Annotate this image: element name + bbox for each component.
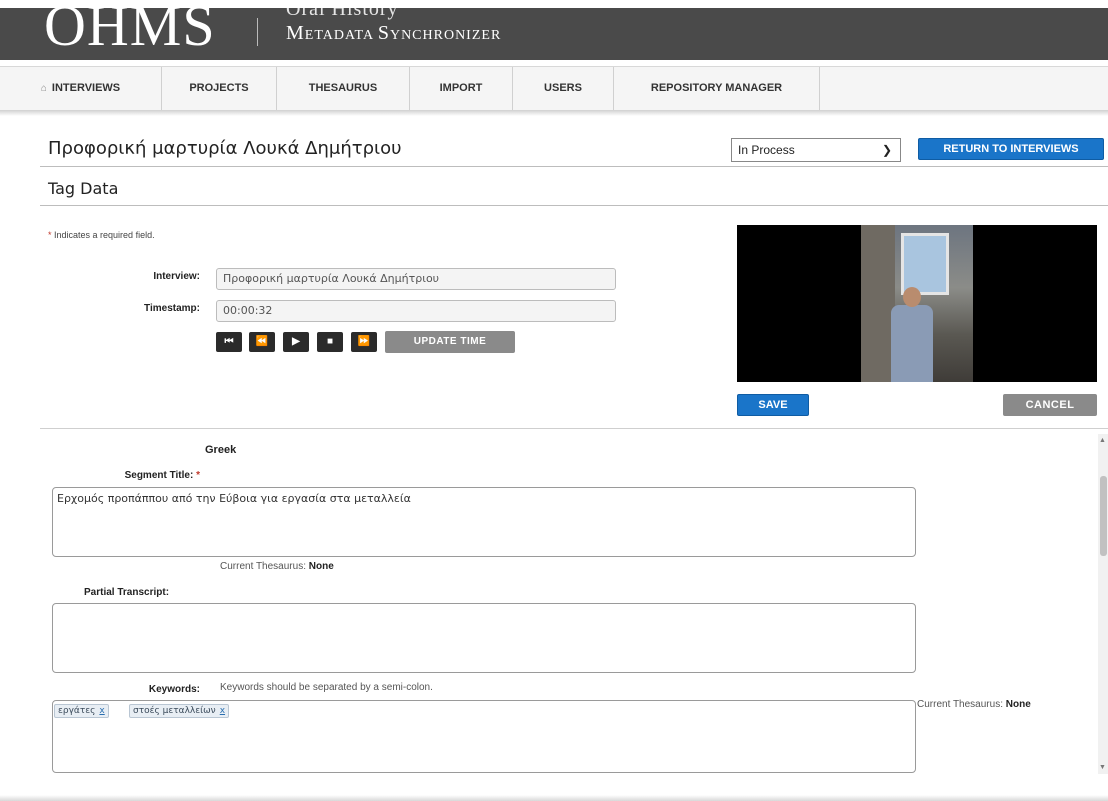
video-person-head <box>903 287 921 307</box>
nav-interviews-label: INTERVIEWS <box>51 82 121 94</box>
video-wall <box>861 225 895 382</box>
logo-separator <box>257 18 258 46</box>
remove-keyword-icon[interactable]: x <box>99 706 104 716</box>
home-icon: ⌂ <box>40 83 47 94</box>
skip-back-icon[interactable]: ⏮ <box>216 332 242 352</box>
scroll-down-icon[interactable]: ▼ <box>1099 764 1106 771</box>
thesaurus-label: Current Thesaurus: <box>917 699 1006 710</box>
segment-title-field[interactable]: Ερχομός προπάππου από την Εύβοια για εργ… <box>52 487 916 557</box>
partial-transcript-field[interactable] <box>52 603 916 673</box>
status-dropdown[interactable]: In Process ❯ <box>731 138 901 162</box>
keyword-tag: στοές μεταλλείων x <box>129 704 230 718</box>
required-note-text: Indicates a required field. <box>51 230 155 240</box>
ohms-logo[interactable]: OHMS <box>44 8 216 58</box>
interview-label: Interview: <box>153 271 200 282</box>
nav-users[interactable]: USERS <box>513 67 614 110</box>
thesaurus-label: Current Thesaurus: <box>220 561 309 572</box>
video-player[interactable] <box>737 225 1097 382</box>
nav-import[interactable]: IMPORT <box>410 67 513 110</box>
segment-title-label-text: Segment Title: <box>124 470 194 481</box>
interview-field[interactable]: Προφορική μαρτυρία Λουκά Δημήτριου <box>216 268 616 290</box>
section-title: Tag Data <box>48 179 119 198</box>
nav-interviews[interactable]: ⌂ INTERVIEWS <box>0 67 162 110</box>
rewind-icon[interactable]: ⏪ <box>249 332 275 352</box>
play-icon[interactable]: ▶ <box>283 332 309 352</box>
nav-filler <box>820 67 1108 110</box>
logo-text-etadata: ETADATA <box>304 28 378 43</box>
video-frame <box>861 225 973 382</box>
status-value: In Process <box>738 143 795 157</box>
language-label: Greek <box>205 444 237 456</box>
keywords-label: Keywords: <box>148 684 200 695</box>
top-whitespace <box>0 0 1108 8</box>
keyword-text: στοές μεταλλείων <box>133 706 216 716</box>
required-star: * <box>196 470 200 481</box>
nav-projects[interactable]: PROJECTS <box>162 67 277 110</box>
keywords-thesaurus-note: Current Thesaurus: None <box>917 699 1031 710</box>
update-time-button[interactable]: UPDATE TIME <box>385 331 515 353</box>
segment-title-label: Segment Title: * <box>60 470 200 481</box>
remove-keyword-icon[interactable]: x <box>220 706 225 716</box>
partial-transcript-label: Partial Transcript: <box>84 587 170 598</box>
divider <box>40 205 1108 206</box>
nav-shadow <box>0 110 1108 116</box>
footer-divider <box>0 795 1108 801</box>
logo-subtitle-top: Oral History <box>286 8 399 20</box>
logo-cap-s: S <box>377 22 390 44</box>
keyword-tag: εργάτες x <box>54 704 109 718</box>
segment-thesaurus-note: Current Thesaurus: None <box>220 561 334 572</box>
timestamp-label: Timestamp: <box>144 303 200 314</box>
app-header: OHMS Oral History METADATA SYNCHRONIZER <box>0 8 1108 60</box>
chevron-down-icon: ❯ <box>881 143 892 157</box>
stop-icon[interactable]: ■ <box>317 332 343 352</box>
logo-text-ynchronizer: YNCHRONIZER <box>389 28 502 43</box>
logo-subtitle: METADATA SYNCHRONIZER <box>286 22 501 45</box>
scroll-up-icon[interactable]: ▲ <box>1099 437 1106 444</box>
return-to-interviews-button[interactable]: RETURN TO INTERVIEWS <box>918 138 1104 160</box>
timestamp-field[interactable]: 00:00:32 <box>216 300 616 322</box>
logo-cap-m: M <box>286 22 305 44</box>
save-button[interactable]: SAVE <box>737 394 809 416</box>
cancel-button[interactable]: CANCEL <box>1003 394 1097 416</box>
required-field-note: * Indicates a required field. <box>48 230 155 240</box>
keywords-hint: Keywords should be separated by a semi-c… <box>220 682 433 693</box>
nav-thesaurus[interactable]: THESAURUS <box>277 67 410 110</box>
fast-forward-icon[interactable]: ⏩ <box>351 332 377 352</box>
main-nav: ⌂ INTERVIEWS PROJECTS THESAURUS IMPORT US… <box>0 66 1108 110</box>
divider <box>40 166 1108 167</box>
video-window <box>901 233 949 295</box>
thesaurus-value: None <box>308 561 334 572</box>
page-title: Προφορική μαρτυρία Λουκά Δημήτριου <box>48 138 402 159</box>
thesaurus-value: None <box>1005 699 1031 710</box>
nav-repository-manager[interactable]: REPOSITORY MANAGER <box>614 67 820 110</box>
keyword-text: εργάτες <box>58 706 96 716</box>
scrollbar-thumb[interactable] <box>1100 476 1107 556</box>
video-person-body <box>891 305 933 382</box>
